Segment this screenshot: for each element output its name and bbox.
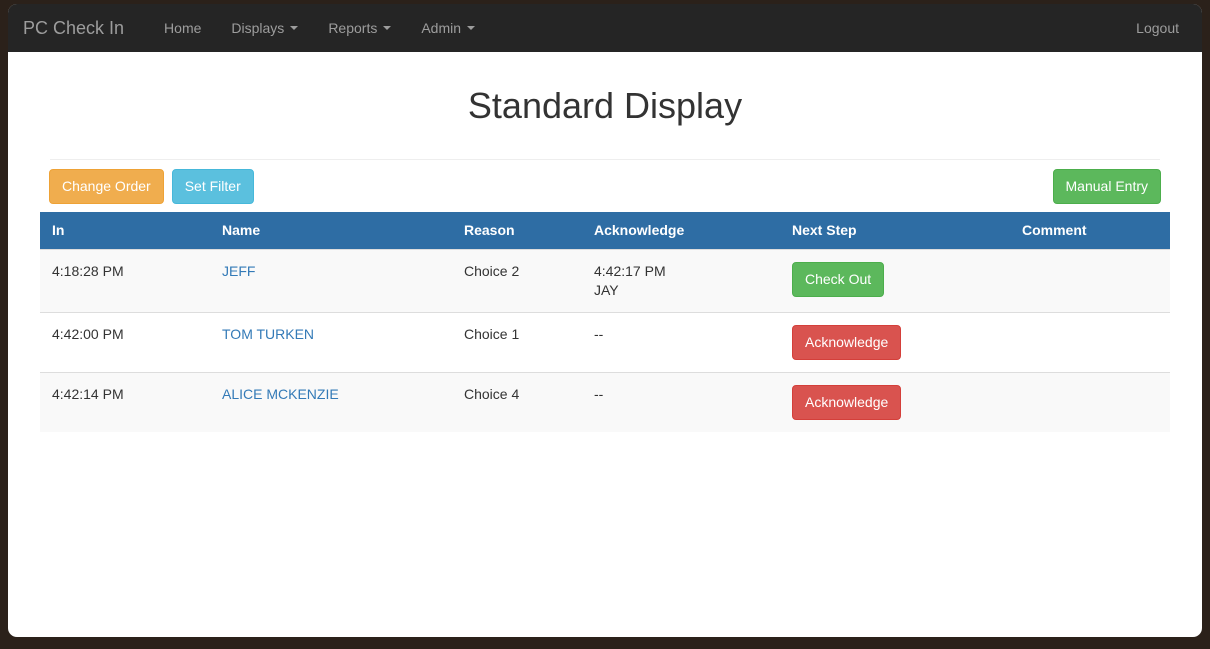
chevron-down-icon: [290, 26, 299, 30]
set-filter-button[interactable]: Set Filter: [171, 169, 254, 204]
page-title: Standard Display: [467, 85, 743, 126]
table-row: 4:18:28 PM JEFF Choice 2 4:42:17 PM JAY Check…: [40, 249, 1170, 313]
table-header: In Name Reason Acknowledge Next Step Com…: [40, 212, 1170, 250]
nav-item-home-label: Home: [164, 20, 202, 36]
cell-next-step: Check Out: [780, 249, 1010, 313]
check-in-table: In Name Reason Acknowledge Next Step Com…: [40, 212, 1170, 432]
nav-item-reports-label: Reports: [328, 20, 378, 36]
logout-label: Logout: [1136, 20, 1179, 36]
nav-item-home[interactable]: Home: [149, 4, 216, 52]
manual-entry-button[interactable]: Manual Entry: [1052, 169, 1161, 204]
cell-reason: Choice 4: [452, 372, 582, 432]
browser-window: PC Check In Home Displays Reports Admin …: [8, 4, 1202, 637]
column-header-reason[interactable]: Reason: [452, 212, 582, 250]
table-row: 4:42:00 PM TOM TURKEN Choice 1 -- Acknowledg…: [40, 312, 1170, 373]
cell-reason: Choice 2: [452, 249, 582, 313]
cell-acknowledge: 4:42:17 PM JAY: [582, 249, 780, 313]
column-header-name[interactable]: Name: [210, 212, 452, 250]
nav-item-displays-label: Displays: [231, 20, 285, 36]
cell-in-time: 4:18:28 PM: [40, 249, 210, 313]
table-row: 4:42:14 PM ALICE MCKENZIE Choice 4 -- Acknow…: [40, 372, 1170, 432]
page-content: Standard Display Change Order Set Filter…: [8, 84, 1202, 432]
cell-name: JEFF: [210, 249, 452, 313]
next-step-button[interactable]: Check Out: [792, 262, 885, 297]
column-header-acknowledge[interactable]: Acknowledge: [582, 212, 780, 250]
logout-button[interactable]: Logout: [1121, 4, 1194, 52]
toolbar: Change Order Set Filter Manual Entry: [40, 169, 1170, 204]
change-order-button[interactable]: Change Order: [49, 169, 164, 204]
cell-acknowledge: --: [582, 372, 780, 432]
nav-item-displays[interactable]: Displays: [216, 4, 313, 52]
name-link[interactable]: JEFF: [222, 263, 255, 279]
title-divider: [50, 159, 1160, 160]
cell-name: ALICE MCKENZIE: [210, 372, 452, 432]
nav-item-admin-label: Admin: [421, 20, 462, 36]
acknowledge-time: --: [594, 386, 604, 402]
column-header-comment[interactable]: Comment: [1010, 212, 1170, 250]
top-navbar: PC Check In Home Displays Reports Admin …: [8, 4, 1202, 52]
chevron-down-icon: [383, 26, 392, 30]
next-step-button[interactable]: Acknowledge: [792, 325, 902, 360]
acknowledge-by: JAY: [594, 282, 619, 298]
cell-comment: [1010, 312, 1170, 373]
cell-comment: [1010, 372, 1170, 432]
navbar-menu: Home Displays Reports Admin: [149, 4, 490, 52]
name-link[interactable]: TOM TURKEN: [222, 326, 314, 342]
nav-item-reports[interactable]: Reports: [313, 4, 406, 52]
name-link[interactable]: ALICE MCKENZIE: [222, 386, 339, 402]
navbar-brand[interactable]: PC Check In: [8, 4, 139, 52]
cell-name: TOM TURKEN: [210, 312, 452, 373]
column-header-in[interactable]: In: [40, 212, 210, 250]
chevron-down-icon: [467, 26, 476, 30]
cell-next-step: Acknowledge: [780, 312, 1010, 373]
cell-acknowledge: --: [582, 312, 780, 373]
table-body: 4:18:28 PM JEFF Choice 2 4:42:17 PM JAY Check…: [40, 249, 1170, 432]
acknowledge-time: --: [594, 326, 604, 342]
cell-in-time: 4:42:14 PM: [40, 372, 210, 432]
acknowledge-time: 4:42:17 PM: [594, 263, 666, 279]
nav-item-admin[interactable]: Admin: [406, 4, 490, 52]
cell-in-time: 4:42:00 PM: [40, 312, 210, 373]
column-header-next-step[interactable]: Next Step: [780, 212, 1010, 250]
next-step-button[interactable]: Acknowledge: [792, 385, 902, 420]
cell-next-step: Acknowledge: [780, 372, 1010, 432]
navbar-right-menu: Logout: [1121, 4, 1202, 52]
cell-reason: Choice 1: [452, 312, 582, 373]
table-header-row: In Name Reason Acknowledge Next Step Com…: [40, 212, 1170, 250]
cell-comment: [1010, 249, 1170, 313]
